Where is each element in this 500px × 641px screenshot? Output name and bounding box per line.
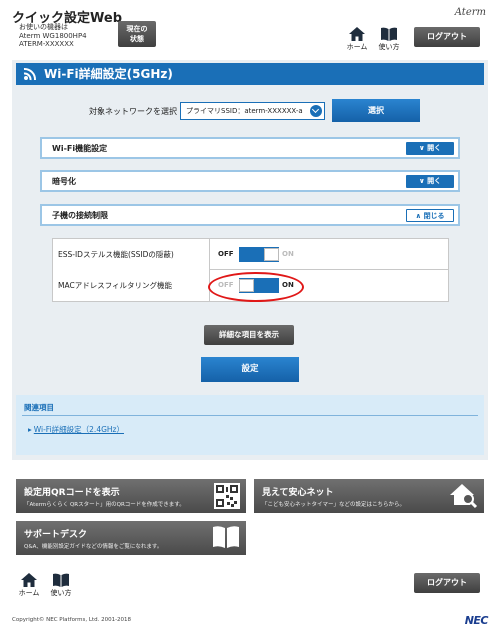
support-desk-tile[interactable]: サポートデスク Q&A、機能別設定ガイドなどの情報をご覧になれます。 xyxy=(16,521,246,555)
tile-desc: Q&A、機能別設定ガイドなどの情報をご覧になれます。 xyxy=(24,544,163,550)
logout-button[interactable]: ログアウト xyxy=(414,27,480,47)
accordion-label: 子機の接続制限 xyxy=(52,211,108,220)
status-button-line2: 状態 xyxy=(130,35,144,43)
accordion-open-button[interactable]: ∨ 開く xyxy=(406,175,454,188)
mieru-anshin-net-tile[interactable]: 見えて安心ネット 「こども安心ネットタイマー」などの設定はこちらから。 xyxy=(254,479,484,513)
device-info-line: お使いの機器は xyxy=(19,23,68,31)
accordion-wifi-function[interactable]: Wi-Fi機能設定 ∨ 開く xyxy=(40,137,460,159)
qr-code-tile[interactable]: 設定用QRコードを表示 「Atermらくらく QRスタート」用のQRコードを作成… xyxy=(16,479,246,513)
chevron-up-icon: ∧ xyxy=(415,212,424,220)
device-id: ATERM-XXXXXX xyxy=(19,40,74,48)
toggle-off-label: OFF xyxy=(218,250,234,258)
show-details-button[interactable]: 詳細な項目を表示 xyxy=(204,325,294,345)
setting-row: ESS-IDステルス機能(SSIDの隠蔽) OFF ON xyxy=(53,239,448,270)
tile-desc: 「Atermらくらく QRスタート」用のQRコードを作成できます。 xyxy=(24,502,185,508)
accordion-button-label: 閉じる xyxy=(423,212,445,220)
accordion-open-button[interactable]: ∨ 開く xyxy=(406,142,454,155)
related-title: 関連項目 xyxy=(24,403,54,412)
device-info: お使いの機器は Aterm WG1800HP4 ATERM-XXXXXX xyxy=(19,23,87,49)
divider xyxy=(22,415,478,416)
nec-logo: NEC xyxy=(464,614,489,627)
brand-logo: Aterm xyxy=(454,7,486,18)
section-title-text: Wi-Fi詳細設定(5GHz) xyxy=(44,67,173,81)
book-icon xyxy=(381,27,397,41)
chevron-down-icon: ∨ xyxy=(418,144,428,152)
help-label: 使い方 xyxy=(378,43,400,51)
chevron-down-icon: ∨ xyxy=(418,177,428,185)
chevron-down-icon xyxy=(310,105,322,117)
main-panel: Wi-Fi詳細設定(5GHz) 対象ネットワークを選択 プライマリSSID：at… xyxy=(12,60,488,460)
home-nav[interactable]: ホーム xyxy=(342,27,372,52)
setting-label: ESS-IDステルス機能(SSIDの隠蔽) xyxy=(53,239,210,270)
related-items: 関連項目 Wi-Fi詳細設定（2.4GHz） xyxy=(16,395,484,455)
home-label: ホーム xyxy=(18,589,40,597)
help-nav[interactable]: 使い方 xyxy=(374,27,404,52)
accordion-button-label: 開く xyxy=(427,144,442,152)
book-icon xyxy=(53,573,69,587)
help-label: 使い方 xyxy=(50,589,72,597)
current-status-button[interactable]: 現在の 状態 xyxy=(118,21,156,47)
tile-title: 設定用QRコードを表示 xyxy=(24,488,120,498)
ssid-stealth-toggle[interactable]: OFF ON xyxy=(213,239,448,270)
footer-help-nav[interactable]: 使い方 xyxy=(46,573,76,598)
copyright: Copyright© NEC Platforms, Ltd. 2001-2018 xyxy=(12,617,132,623)
wifi-icon xyxy=(23,68,36,81)
select-network-button[interactable]: 選択 xyxy=(332,99,420,122)
toggle-on-label: ON xyxy=(282,250,294,258)
accordion-connection-limit[interactable]: 子機の接続制限 ∧ 閉じる xyxy=(40,204,460,226)
apply-settings-button[interactable]: 設定 xyxy=(201,357,299,382)
accordion-encryption[interactable]: 暗号化 ∨ 開く xyxy=(40,170,460,192)
network-select[interactable]: プライマリSSID：aterm-XXXXXX-a xyxy=(180,102,325,120)
network-select-value: プライマリSSID：aterm-XXXXXX-a xyxy=(186,107,303,115)
accordion-label: 暗号化 xyxy=(52,177,76,186)
footer-logout-button[interactable]: ログアウト xyxy=(414,573,480,593)
device-model: Aterm WG1800HP4 xyxy=(19,31,87,40)
tile-title: サポートデスク xyxy=(24,530,88,540)
section-title: Wi-Fi詳細設定(5GHz) xyxy=(16,63,484,85)
highlight-circle xyxy=(208,272,304,302)
status-button-line1: 現在の xyxy=(126,25,148,33)
home-icon xyxy=(21,573,37,587)
qr-code-icon xyxy=(214,483,240,509)
accordion-close-button[interactable]: ∧ 閉じる xyxy=(406,209,454,222)
header: クイック設定Web お使いの機器は Aterm WG1800HP4 ATERM-… xyxy=(0,0,500,56)
home-search-icon xyxy=(450,484,478,509)
setting-label: MACアドレスフィルタリング機能 xyxy=(53,270,210,301)
home-icon xyxy=(349,27,365,41)
home-label: ホーム xyxy=(346,43,368,51)
related-link-wifi-24ghz[interactable]: Wi-Fi詳細設定（2.4GHz） xyxy=(28,424,124,435)
accordion-label: Wi-Fi機能設定 xyxy=(52,144,108,153)
tile-desc: 「こども安心ネットタイマー」などの設定はこちらから。 xyxy=(262,502,406,508)
toggle-knob[interactable] xyxy=(264,248,279,261)
accordion-button-label: 開く xyxy=(427,177,442,185)
tile-title: 見えて安心ネット xyxy=(262,488,334,498)
footer-home-nav[interactable]: ホーム xyxy=(14,573,44,598)
book-icon xyxy=(213,526,239,548)
network-select-label: 対象ネットワークを選択 xyxy=(89,107,177,116)
